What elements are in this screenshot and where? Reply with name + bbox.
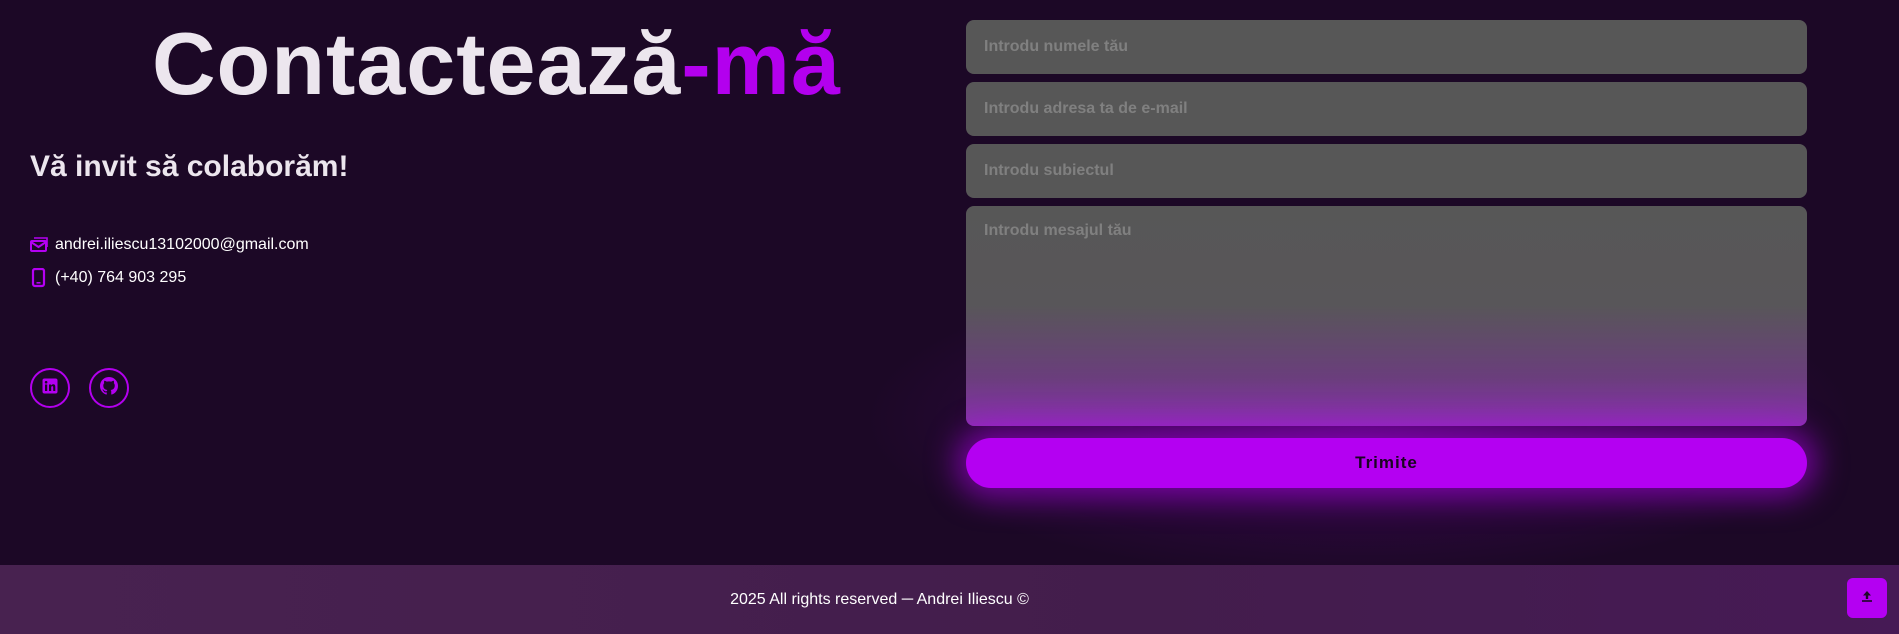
phone-text[interactable]: (+40) 764 903 295 xyxy=(55,269,186,287)
subject-field[interactable] xyxy=(966,144,1807,198)
footer-copyright: 2025 All rights reserved ─ Andrei Iliesc… xyxy=(730,590,1029,608)
envelope-icon xyxy=(30,237,48,253)
title-main: Contactează xyxy=(152,14,682,113)
contact-page: Contactează-mă Vă invit să colaborăm! an… xyxy=(0,0,1899,634)
footer: 2025 All rights reserved ─ Andrei Iliesc… xyxy=(0,565,1899,634)
title-accent: -mă xyxy=(681,14,841,113)
github-link[interactable] xyxy=(89,368,129,408)
email-field[interactable] xyxy=(966,82,1807,136)
section-subtitle: Vă invit să colaborăm! xyxy=(30,150,349,183)
github-icon xyxy=(100,376,118,400)
email-text[interactable]: andrei.iliescu13102000@gmail.com xyxy=(55,236,309,254)
name-field[interactable] xyxy=(966,20,1807,74)
arrow-up-icon xyxy=(1860,589,1874,608)
phone-contact: (+40) 764 903 295 xyxy=(30,268,186,288)
linkedin-icon xyxy=(42,378,58,399)
linkedin-link[interactable] xyxy=(30,368,70,408)
submit-button[interactable]: Trimite xyxy=(966,438,1807,488)
email-contact: andrei.iliescu13102000@gmail.com xyxy=(30,236,309,254)
phone-icon xyxy=(30,268,48,288)
page-title: Contactează-mă xyxy=(152,14,841,114)
back-to-top-button[interactable] xyxy=(1847,578,1887,618)
message-field[interactable] xyxy=(966,206,1807,426)
